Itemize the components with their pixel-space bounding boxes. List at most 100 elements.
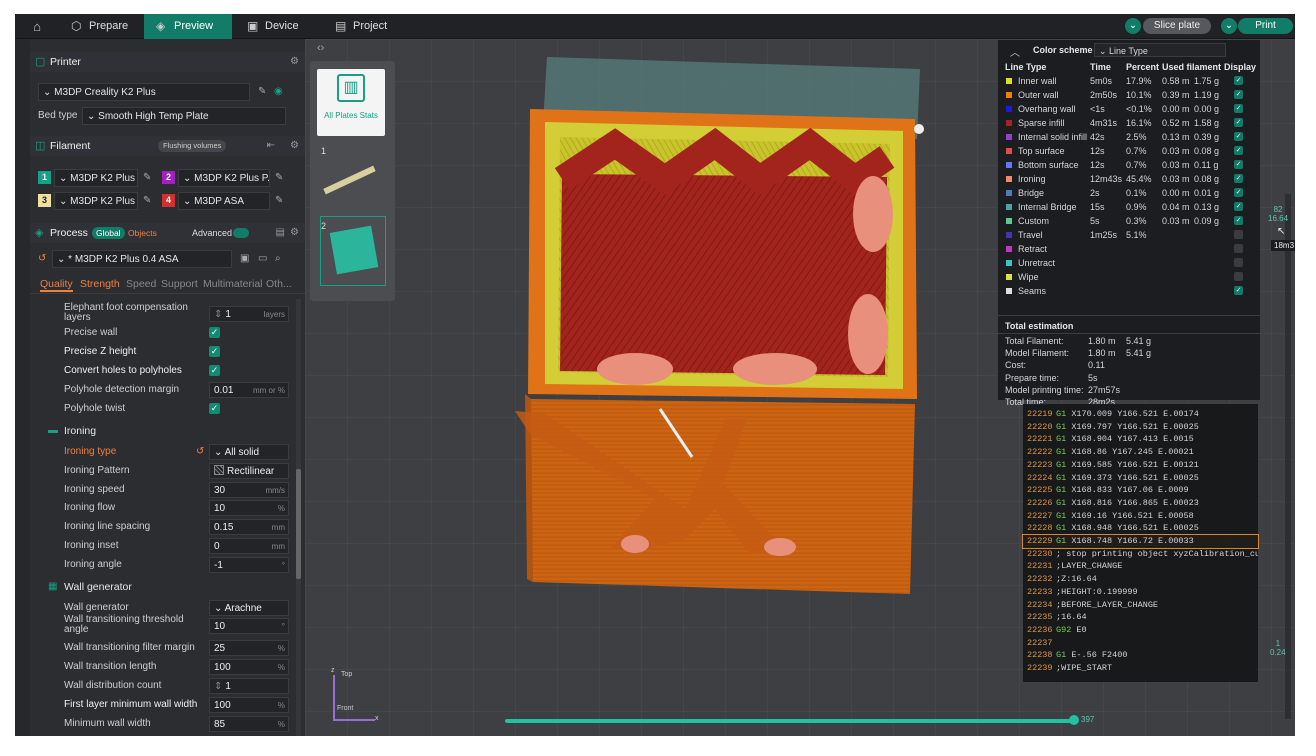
filament-slot-4-select[interactable]: ⌄ M3DP ASA <box>178 192 270 210</box>
gcode-move-slider[interactable] <box>505 719 1075 723</box>
print-dropdown-icon[interactable]: ⌄ <box>1221 18 1237 34</box>
gcode-line[interactable]: 22226 G1 X168.816 Y166.865 E.00023 <box>1023 497 1258 510</box>
gcode-viewer[interactable]: 22219 G1 X170.009 Y166.521 E.00174 22220 G1… <box>1022 404 1259 682</box>
gcode-line[interactable]: 22233 ;HEIGHT:0.199999 <box>1023 586 1258 599</box>
gcode-line[interactable]: 22219 G1 X170.009 Y166.521 E.00174 <box>1023 408 1258 421</box>
setting-input[interactable]: -1 ° <box>209 556 289 573</box>
gcode-line[interactable]: 22224 G1 X169.373 Y166.521 E.00025 <box>1023 472 1258 485</box>
settings-icon[interactable]: ⚙ <box>290 52 299 72</box>
setting-input[interactable]: 10 ° <box>209 618 289 635</box>
filament-slot-3-select[interactable]: ⌄ M3DP K2 Plus ... <box>54 192 138 210</box>
print-button[interactable]: Print <box>1238 18 1293 34</box>
setting-input[interactable]: 85% <box>209 715 289 732</box>
setting-input[interactable]: 30 mm/s <box>209 481 289 498</box>
checkbox[interactable]: ✓ <box>209 365 220 376</box>
gcode-line[interactable]: 22220 G1 X169.797 Y166.521 E.00025 <box>1023 421 1258 434</box>
tab-others[interactable]: Oth... <box>266 278 292 290</box>
process-settings-icon[interactable]: ⚙ <box>290 223 299 243</box>
gcode-line[interactable]: 22227 G1 X169.16 Y166.521 E.00058 <box>1023 510 1258 523</box>
gcode-line[interactable]: 22234 ;BEFORE_LAYER_CHANGE <box>1023 599 1258 612</box>
stepper-icon[interactable]: ⇕ <box>214 309 222 320</box>
display-checkbox[interactable]: ✓ <box>1234 216 1243 225</box>
checkbox[interactable]: ✓ <box>209 327 220 338</box>
advanced-switch[interactable] <box>233 228 249 238</box>
gcode-line[interactable]: 22232 ;Z:16.64 <box>1023 573 1258 586</box>
objects-toggle[interactable]: Objects <box>128 223 157 243</box>
tab-strength[interactable]: Strength <box>80 278 120 290</box>
gcode-line[interactable]: 22239 ;WIPE_START <box>1023 662 1258 675</box>
settings-scrollbar[interactable] <box>296 299 301 736</box>
plate-1-thumbnail[interactable] <box>320 161 380 201</box>
reset-icon[interactable]: ↺ <box>38 253 46 264</box>
display-checkbox[interactable]: ✓ <box>1234 188 1243 197</box>
reset-icon[interactable]: ↺ <box>196 446 204 457</box>
home-icon[interactable]: ⌂ <box>29 19 45 35</box>
edit-icon[interactable]: ✎ <box>143 195 151 206</box>
layer-slider-track[interactable] <box>1285 194 1291 719</box>
save-icon[interactable]: ▣ <box>240 253 249 264</box>
checkbox[interactable]: ✓ <box>209 346 220 357</box>
display-checkbox[interactable]: ✓ <box>1234 174 1243 183</box>
tab-speed[interactable]: Speed <box>126 278 156 290</box>
display-checkbox[interactable]: ✓ <box>1234 146 1243 155</box>
display-checkbox[interactable]: ✓ <box>1234 90 1243 99</box>
flushing-volumes-button[interactable]: Flushing volumes <box>158 140 227 152</box>
tab-quality[interactable]: Quality <box>40 278 73 292</box>
display-checkbox[interactable]: ✓ <box>1234 104 1243 113</box>
setting-input[interactable]: 0 mm <box>209 538 289 554</box>
filament-add-icon[interactable]: ⇤ <box>267 136 275 156</box>
bed-type-select[interactable]: ⌄ Smooth High Temp Plate <box>82 107 286 125</box>
global-toggle[interactable]: Global <box>92 227 125 239</box>
display-checkbox[interactable]: ✓ <box>1234 76 1243 85</box>
gcode-line[interactable]: 22223 G1 X169.585 Y166.521 E.00121 <box>1023 459 1258 472</box>
edit-icon[interactable]: ✎ <box>143 172 151 183</box>
collapse-up-icon[interactable]: ︿ <box>1010 44 1020 59</box>
delete-icon[interactable]: ▭ <box>258 253 267 264</box>
tab-multimaterial[interactable]: Multimaterial <box>203 278 263 290</box>
slice-dropdown-icon[interactable]: ⌄ <box>1125 18 1141 34</box>
setting-input[interactable]: 0.15 mm <box>209 519 289 536</box>
setting-input[interactable]: 10% <box>209 500 289 517</box>
gcode-line[interactable]: 22225 G1 X168.833 Y167.06 E.0009 <box>1023 484 1258 497</box>
tab-project[interactable]: ▤ Project <box>323 14 408 39</box>
color-scheme-select[interactable]: ⌄ Line Type <box>1094 43 1226 57</box>
display-checkbox[interactable] <box>1234 258 1243 267</box>
gcode-line[interactable]: 22229 G1 X168.748 Y166.72 E.00033 <box>1022 534 1259 549</box>
gcode-line[interactable]: 22235 ;16.64 <box>1023 611 1258 624</box>
gcode-line[interactable]: 22231 ;LAYER_CHANGE <box>1023 560 1258 573</box>
tab-support[interactable]: Support <box>161 278 198 290</box>
scrollbar-thumb[interactable] <box>296 469 301 579</box>
gcode-line[interactable]: 22222 G1 X168.86 Y167.245 E.00021 <box>1023 446 1258 459</box>
gcode-line[interactable]: 22228 G1 X168.948 Y166.521 E.00025 <box>1023 522 1258 535</box>
filament-settings-icon[interactable]: ⚙ <box>290 136 299 156</box>
display-checkbox[interactable] <box>1234 272 1243 281</box>
setting-input[interactable]: 100% <box>209 659 289 676</box>
all-plates-stats-button[interactable]: ▥ All Plates Stats <box>317 69 385 136</box>
display-checkbox[interactable]: ✓ <box>1234 132 1243 141</box>
gcode-line[interactable]: 22221 G1 X168.904 Y167.413 E.0015 <box>1023 433 1258 446</box>
display-checkbox[interactable] <box>1234 244 1243 253</box>
compare-icon[interactable]: ▤ <box>276 223 285 243</box>
edit-icon[interactable]: ✎ <box>258 86 266 97</box>
gcode-line[interactable]: 22236 G92 E0 <box>1023 624 1258 637</box>
display-checkbox[interactable]: ✓ <box>1234 202 1243 211</box>
tab-device[interactable]: ▣ Device <box>235 14 320 39</box>
edit-icon[interactable]: ✎ <box>275 172 283 183</box>
display-checkbox[interactable]: ✓ <box>1234 286 1243 295</box>
setting-input[interactable]: 100% <box>209 696 289 713</box>
setting-input[interactable]: 0.01 mm or % <box>209 382 289 398</box>
collapse-icon[interactable]: ‹› <box>317 42 324 54</box>
process-profile-select[interactable]: ⌄ * M3DP K2 Plus 0.4 ASA <box>52 250 232 268</box>
setting-input[interactable]: 25% <box>209 640 289 657</box>
tab-preview[interactable]: ◈ Preview <box>144 14 232 39</box>
gcode-line[interactable]: 22237 <box>1023 637 1258 650</box>
display-checkbox[interactable]: ✓ <box>1234 160 1243 169</box>
printer-select[interactable]: ⌄ M3DP Creality K2 Plus <box>38 83 250 101</box>
setting-input[interactable]: ⇕ 1 layers <box>209 306 289 322</box>
filament-slot-1-select[interactable]: ⌄ M3DP K2 Plus ... <box>54 169 138 187</box>
checkbox[interactable]: ✓ <box>209 403 220 414</box>
stepper-icon[interactable]: ⇕ <box>214 681 222 692</box>
plate-2-thumbnail[interactable] <box>320 216 386 286</box>
display-checkbox[interactable]: ✓ <box>1234 118 1243 127</box>
edit-icon[interactable]: ✎ <box>275 195 283 206</box>
